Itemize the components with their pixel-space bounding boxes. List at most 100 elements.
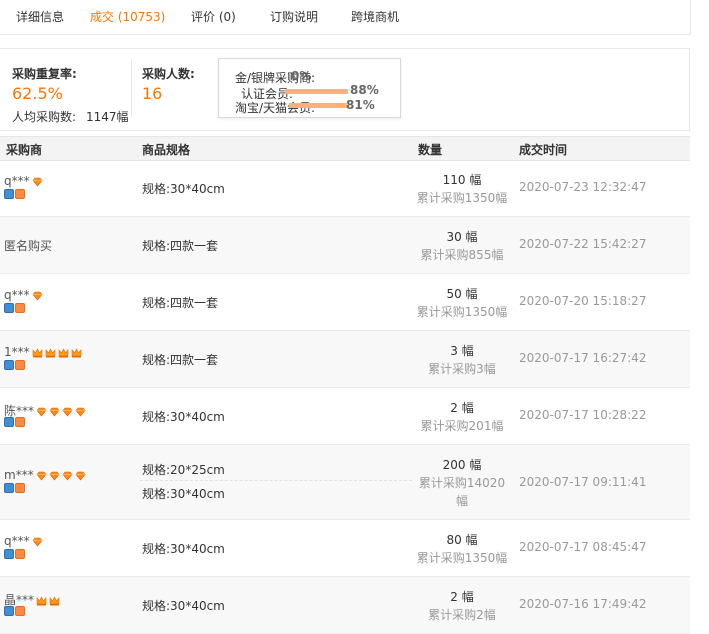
- spec-text: 规格:30*40cm: [142, 599, 225, 613]
- buyer-name-text: 晶***: [4, 593, 35, 607]
- transaction-time: 2020-07-17 16:27:42: [519, 351, 647, 365]
- certified-pct: 88%: [350, 83, 379, 97]
- transaction-time: 2020-07-23 12:32:47: [519, 180, 647, 194]
- transaction-time: 2020-07-22 15:42:27: [519, 237, 647, 251]
- spec-text: 规格:20*25cm: [142, 463, 225, 477]
- buyer-count-label[interactable]: 采购人数:: [142, 65, 195, 82]
- buyer-name-text: 匿名购买: [4, 239, 53, 253]
- tab-details[interactable]: 详细信息: [16, 8, 64, 25]
- certified-member-icon: [4, 417, 14, 427]
- taobao-member-icon: [15, 189, 25, 199]
- diamond-icon: [32, 291, 43, 300]
- certified-member-icon: [4, 483, 14, 493]
- quantity: 2 幅: [450, 401, 474, 415]
- tab-bar: 详细信息 成交 (10753) 评价 (0) 订购说明 跨境商机: [0, 0, 691, 35]
- certified-bar: [285, 89, 348, 94]
- cumulative-purchases: 累计采购1350幅: [416, 191, 508, 205]
- buyer-name-text: q***: [4, 174, 30, 188]
- transaction-time: 2020-07-17 10:28:22: [519, 408, 647, 422]
- quantity: 3 幅: [450, 344, 474, 358]
- member-badges: [4, 360, 26, 374]
- diamond-icon: [36, 407, 47, 416]
- certified-member-icon: [4, 549, 14, 559]
- spec-text: 规格:30*40cm: [142, 410, 225, 424]
- quantity: 2 幅: [450, 590, 474, 604]
- cumulative-purchases: 累计采购855幅: [420, 248, 504, 262]
- diamond-icon: [49, 407, 60, 416]
- spec-text: 规格:四款一套: [142, 353, 219, 367]
- crown-icon: [71, 347, 81, 357]
- taobao-member-icon: [15, 549, 25, 559]
- crown-icon: [58, 347, 68, 357]
- taobao-member-icon: [15, 417, 25, 427]
- taobao-bar: [289, 103, 347, 108]
- member-badges: [4, 549, 26, 563]
- quantity: 110 幅: [442, 173, 482, 187]
- transaction-time: 2020-07-17 08:45:47: [519, 540, 647, 554]
- quantity: 50 幅: [446, 287, 478, 301]
- certified-member-icon: [4, 360, 14, 370]
- buyer-name[interactable]: 匿名购买: [4, 237, 52, 254]
- taobao-member-icon: [15, 606, 25, 616]
- buyer-name-text: 1***: [4, 345, 30, 359]
- buyer-name[interactable]: q***: [4, 174, 43, 188]
- spec-text: 规格:四款一套: [142, 296, 219, 310]
- table-row: q*** 规格:四款一套 50 幅累计采购1350幅 2020-07-20 15:18…: [0, 274, 690, 331]
- certified-member-icon: [4, 189, 14, 199]
- summary-divider: [131, 59, 132, 117]
- diamond-icon: [49, 471, 60, 480]
- buyer-breakdown-tooltip: 金/银牌采购商: 0% 认证会员: 88% 淘宝/天猫会员: 81%: [218, 58, 401, 118]
- col-buyer: 采购商: [6, 143, 43, 157]
- spec-text: 规格:30*40cm: [142, 487, 225, 501]
- cumulative-purchases: 累计采购1350幅: [416, 551, 508, 565]
- taobao-member-icon: [15, 303, 25, 313]
- crown-icon: [32, 347, 42, 357]
- cumulative-purchases: 累计采购14020: [418, 476, 506, 490]
- crown-icon: [49, 595, 60, 605]
- transaction-time: 2020-07-17 09:11:41: [519, 475, 647, 489]
- diamond-icon: [75, 407, 86, 416]
- tab-transactions[interactable]: 成交 (10753): [90, 8, 165, 25]
- certified-member-icon: [4, 606, 14, 616]
- spec-text: 规格:30*40cm: [142, 542, 225, 556]
- table-row: 匿名购买 规格:四款一套 30 幅累计采购855幅 2020-07-22 15:42:…: [0, 217, 690, 274]
- tab-cross-border[interactable]: 跨境商机: [351, 8, 399, 25]
- member-badges: [4, 483, 26, 497]
- taobao-pct: 81%: [346, 98, 375, 112]
- table-row: q*** 规格:30*40cm 110 幅累计采购1350幅 2020-07-23 1…: [0, 160, 690, 217]
- buyer-name[interactable]: 1***: [4, 345, 82, 359]
- table-row: q*** 规格:30*40cm 80 幅累计采购1350幅 2020-07-17 08…: [0, 520, 690, 577]
- buyer-name-text: m***: [4, 468, 34, 482]
- member-badges: [4, 189, 26, 203]
- tab-order-instructions[interactable]: 订购说明: [270, 8, 318, 25]
- quantity: 200 幅: [442, 458, 482, 472]
- quantity: 80 幅: [446, 533, 478, 547]
- cumulative-purchases: 累计采购1350幅: [416, 305, 508, 319]
- member-badges: [4, 303, 26, 317]
- buyer-count-value: 16: [142, 84, 163, 103]
- taobao-member-icon: [15, 360, 25, 370]
- buyer-name-text: q***: [4, 534, 30, 548]
- table-row: 1*** 规格:四款一套 3 幅累计采购3幅 2020-07-17 16:27:42: [0, 331, 690, 388]
- table-header: 采购商 商品规格 数量 成交时间: [0, 136, 690, 161]
- buyer-name-text: q***: [4, 288, 30, 302]
- diamond-icon: [75, 471, 86, 480]
- spec-text: 规格:四款一套: [142, 239, 219, 253]
- buyer-name-text: 陈***: [4, 404, 35, 418]
- taobao-member-icon: [15, 483, 25, 493]
- member-badges: [4, 606, 26, 620]
- buyer-name[interactable]: q***: [4, 534, 43, 548]
- col-spec: 商品规格: [142, 143, 191, 157]
- buyer-name[interactable]: m***: [4, 468, 86, 482]
- avg-purchase-value: 1147幅: [86, 110, 129, 124]
- diamond-icon: [36, 471, 47, 480]
- col-time: 成交时间: [519, 143, 568, 157]
- avg-purchase-label: 人均采购数:: [12, 110, 77, 124]
- tab-reviews[interactable]: 评价 (0): [191, 8, 236, 25]
- gold-silver-pct: 0%: [291, 69, 312, 83]
- buyer-name[interactable]: q***: [4, 288, 43, 302]
- crown-icon: [45, 347, 55, 357]
- repeat-rate-value: 62.5%: [12, 84, 63, 103]
- repeat-rate-label: 采购重复率:: [12, 67, 77, 81]
- col-qty: 数量: [418, 143, 443, 157]
